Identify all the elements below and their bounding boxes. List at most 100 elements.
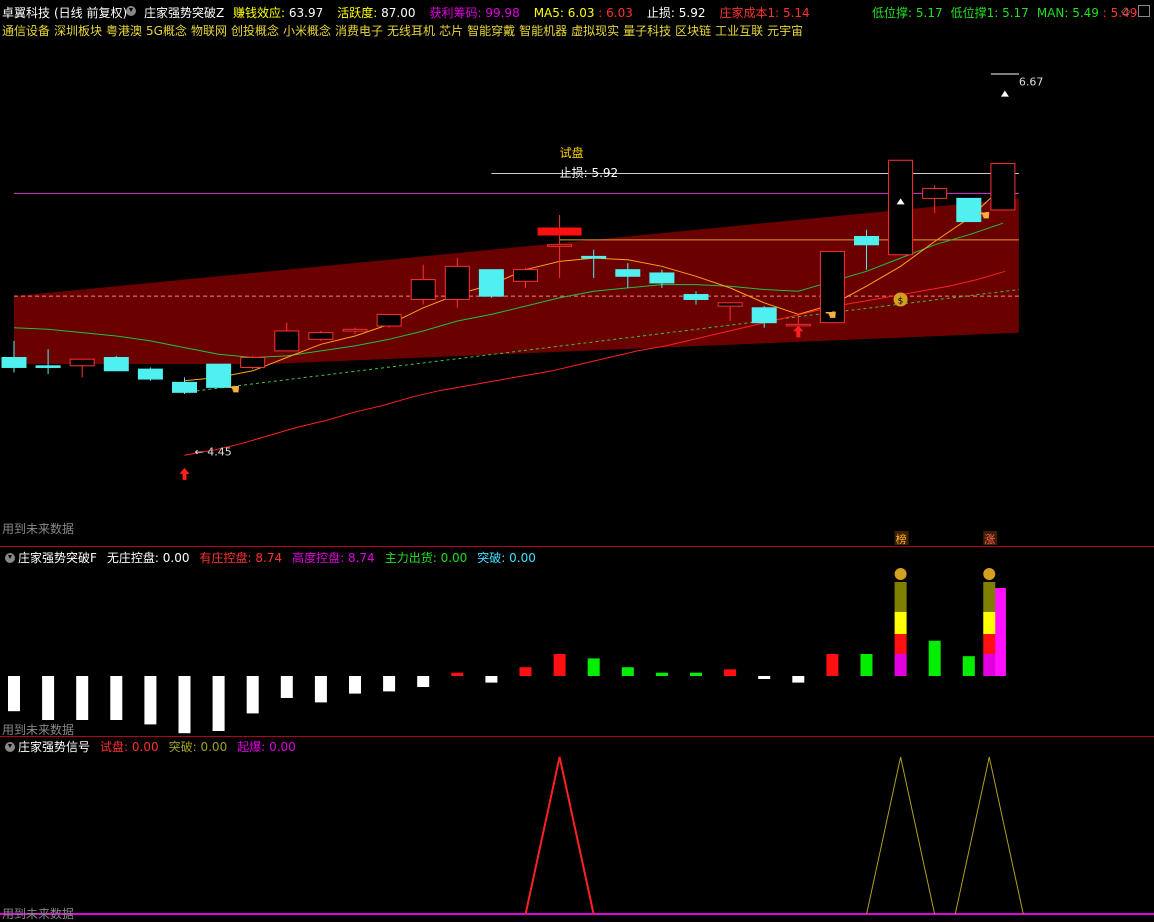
candle [990,163,1016,211]
trial-label: 试盘 [560,145,584,160]
signal-chart[interactable] [0,754,1154,921]
hand-pointer-icon: ☚ [228,382,241,398]
indicator-item: 赚钱效应: 63.97 [233,6,323,20]
panel-value: 0.00 [200,740,228,754]
concept-list: 通信设备 深圳板块 粤港澳 5G概念 物联网 创投概念 小米概念 消费电子 无线耳机 芯片 智能穿戴… [2,22,807,40]
panel2-header: 庄家强势突破F 无庄控盘: 0.00 有庄控盘: 8.74 高度控盘: 8.74 主力出… [0,549,536,567]
support-value: 5.17 [915,6,943,20]
stock-name: 卓翼科技 [2,6,51,20]
panel-divider[interactable] [0,546,1154,547]
control-bar [110,676,123,720]
concept-tag[interactable]: 工业互联 [715,24,763,38]
money-bag-icon [894,568,907,580]
candle [478,269,504,298]
concept-tag[interactable]: 量子科技 [623,24,671,38]
control-bar [76,676,89,720]
colon: : [994,6,1003,20]
concept-tag[interactable]: 通信设备 [2,24,50,38]
colon: : [281,6,289,20]
panel2-values: 无庄控盘: 0.00 有庄控盘: 8.74 高度控盘: 8.74 主力出货: 0.00… [97,551,536,565]
diamond-icon[interactable]: ◇ [1121,4,1130,18]
indicator-value: 6.03 [567,6,595,20]
colon: : [775,6,783,20]
colon: : [432,551,441,565]
concept-tag[interactable]: 创投概念 [231,24,279,38]
panel-value-label: 突破 [168,740,193,754]
indicator-item: 获利筹码: 99.98 [429,6,519,20]
marker-zhang: 涨 [984,533,995,546]
panel-value: 0.00 [440,551,468,565]
indicator-label: 赚钱效应 [233,6,282,20]
indicator-label: MA5 [533,6,560,20]
concept-tag[interactable]: 深圳板块 [54,24,102,38]
panel3-values: 试盘: 0.00 突破: 0.00 起爆: 0.00 [90,740,296,754]
main-candlestick-chart[interactable]: 试盘止损: 5.92 6.67 ← 4.45 ☚ ☚ ☚ $ 榜 涨 [0,40,1154,546]
money-bag-symbol: $ [898,296,904,306]
panel-value-item: 无庄控盘: 0.00 [107,551,190,565]
support-value: 5.49 [1072,6,1099,20]
control-bar [587,658,600,676]
candle-body [69,358,95,367]
candle [69,358,95,378]
candle-body [376,313,402,327]
panel-value-label: 突破 [477,551,502,565]
peak-triangle-icon [1000,90,1009,97]
concept-tag[interactable]: 物联网 [191,24,227,38]
panel3-title[interactable]: 庄家强势信号 [18,740,90,754]
indicator-values: 赚钱效应: 63.97 活跃度: 87.00 获利筹码: 99.98 MA5: 6.0… [233,4,824,21]
support-label: 低位撑1 [950,6,995,20]
concept-tag[interactable]: 5G概念 [146,24,187,38]
indicator-item: MA5: 6.03 : 6.03 [534,6,633,20]
indicator-menu-icon[interactable] [126,4,139,18]
panel2-menu-icon[interactable] [5,553,15,563]
panel-value-label: 主力出货 [384,551,433,565]
concept-tag[interactable]: 区块链 [675,24,711,38]
panel2-title[interactable]: 庄家强势突破F [18,551,97,565]
high-price-label: 6.67 [1019,76,1044,89]
control-bar [8,676,20,712]
candle [376,313,402,328]
stacked-bar-segment [983,654,996,676]
stacked-bar-segment [894,634,907,654]
indicator-label: 获利筹码 [429,6,478,20]
window-toggle-icon[interactable] [1138,5,1150,17]
panel-value-item: 突破: 0.00 [169,740,228,754]
concept-tag[interactable]: 粤港澳 [106,24,142,38]
candle-body [990,163,1016,211]
stacked-bar-segment [894,582,907,612]
indicator-label: 活跃度 [337,6,374,20]
control-bar-chart[interactable] [0,566,1154,736]
control-bar [621,667,634,676]
panel-value-item: 高度控盘: 8.74 [292,551,375,565]
concept-tag[interactable]: 小米概念 [283,24,331,38]
concept-tag[interactable]: 虚拟现实 [571,24,619,38]
candle-body [342,328,368,332]
control-bar [553,654,566,676]
colon: : [340,551,348,565]
concept-tag[interactable]: 元宇宙 [767,24,803,38]
concept-tag[interactable]: 消费电子 [335,24,383,38]
control-bar [792,676,805,683]
candle-body [717,302,743,307]
concept-tag[interactable]: 芯片 [439,24,463,38]
control-bar [758,676,771,679]
concept-tag[interactable]: 无线耳机 [387,24,435,38]
candle-body [513,269,538,282]
signal-peak [866,756,936,915]
indicator-name[interactable]: 庄家强势突破Z [144,4,224,21]
concept-tag[interactable]: 智能穿戴 [467,24,515,38]
control-bar [993,588,1006,676]
period-label[interactable]: (日线 前复权) [54,4,127,21]
concept-tag[interactable]: 智能机器 [519,24,567,38]
chart-header: 卓翼科技 (日线 前复权) 庄家强势突破Z 赚钱效应: 63.97 活跃度: 87… [0,0,1154,22]
colon: : [261,740,270,754]
panel-value: 0.00 [269,740,296,754]
candle [137,367,163,381]
panel3-menu-icon[interactable] [5,742,15,752]
control-bar [485,676,498,683]
indicator-value: 63.97 [288,6,324,20]
candle-body [615,269,641,277]
indicator-value: 87.00 [381,6,416,20]
trial-marker [537,227,582,236]
panel-divider-2[interactable] [0,736,1154,737]
